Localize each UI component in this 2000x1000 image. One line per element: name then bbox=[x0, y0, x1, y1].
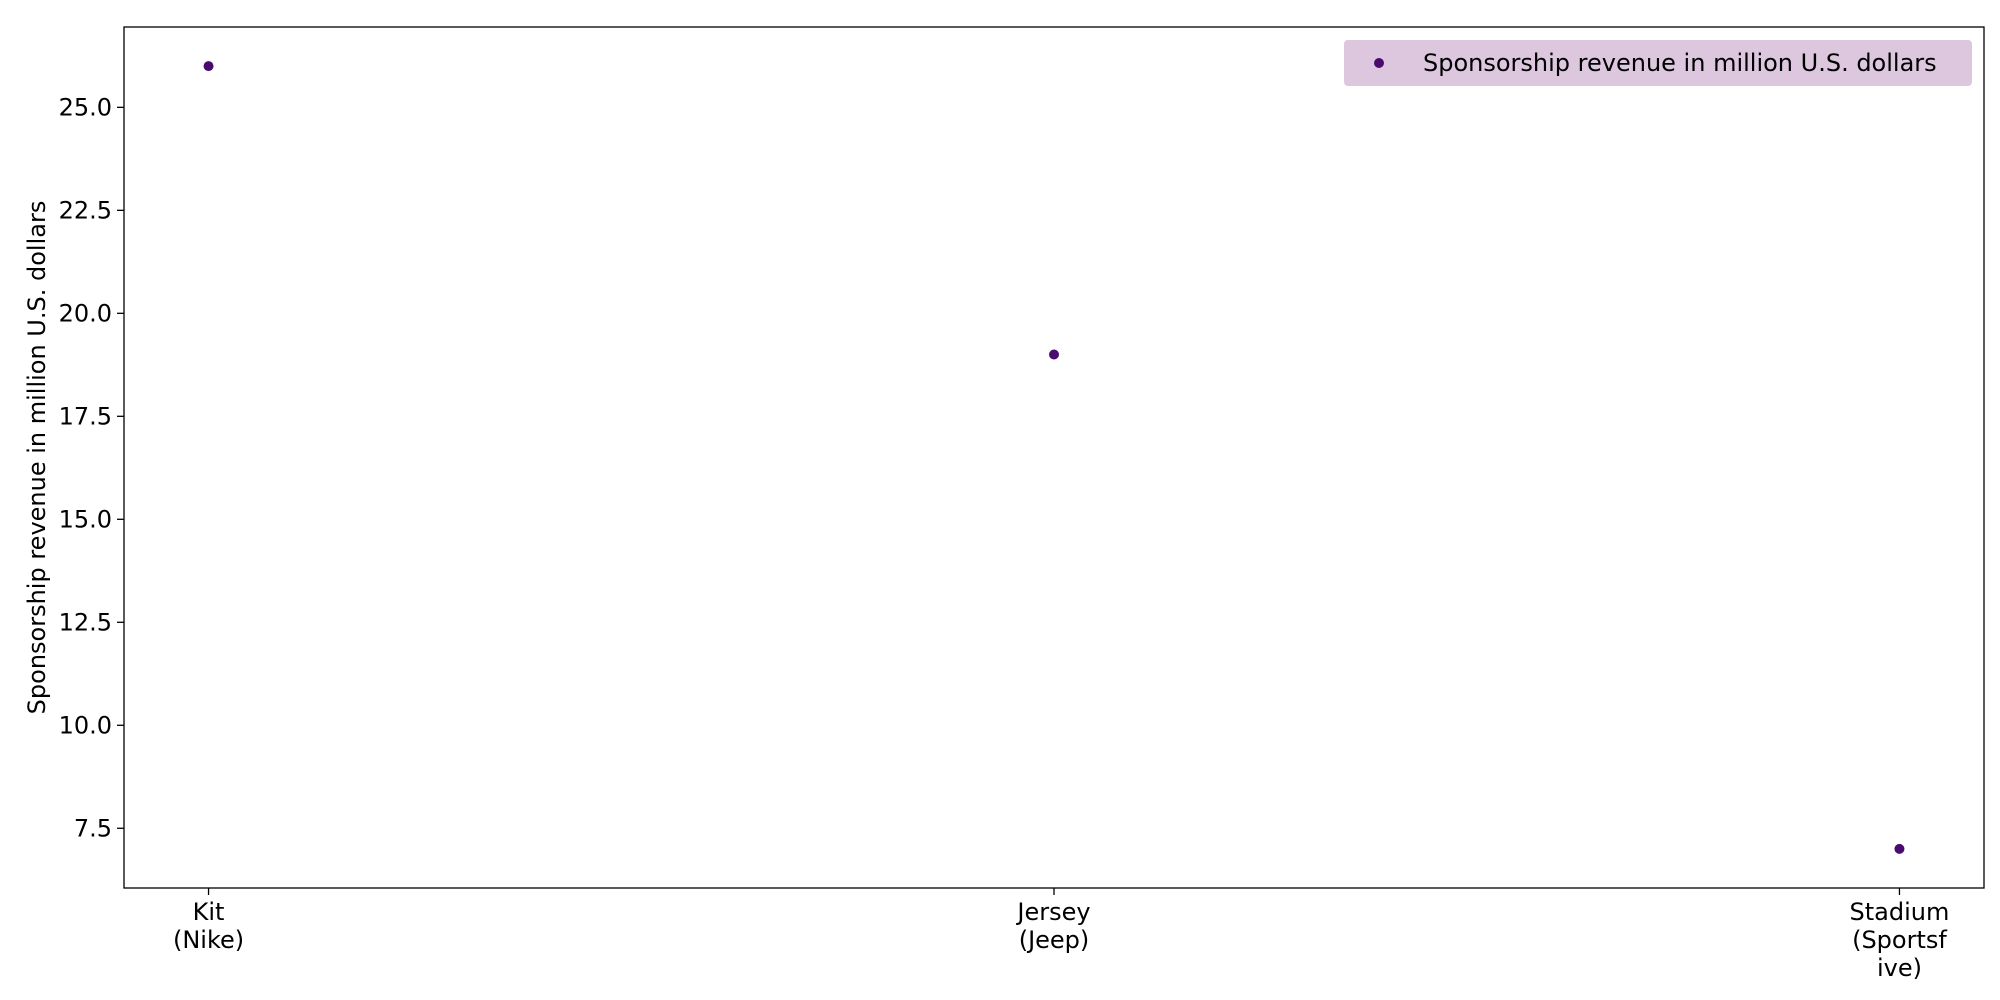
y-tick-label: 12.5 bbox=[59, 608, 112, 636]
y-tick-label: 25.0 bbox=[59, 93, 112, 121]
y-tick-label: 7.5 bbox=[74, 814, 112, 842]
chart: 7.510.012.515.017.520.022.525.0 Kit (Nike… bbox=[0, 0, 2000, 1000]
y-axis-label: Sponsorship revenue in million U.S. doll… bbox=[23, 201, 51, 715]
y-tick-label: 17.5 bbox=[59, 402, 112, 430]
data-point bbox=[1894, 843, 1905, 854]
chart-background bbox=[0, 0, 2000, 1000]
y-tick-label: 20.0 bbox=[59, 299, 112, 327]
legend: Sponsorship revenue in million U.S. doll… bbox=[1344, 40, 1972, 86]
data-point bbox=[1049, 349, 1059, 360]
y-tick-label: 10.0 bbox=[59, 711, 112, 739]
y-tick-label: 22.5 bbox=[59, 196, 112, 224]
legend-marker bbox=[1374, 58, 1384, 68]
data-point bbox=[203, 61, 214, 72]
x-tick-label: Jersey (Jeep) bbox=[1015, 898, 1090, 954]
legend-label: Sponsorship revenue in million U.S. doll… bbox=[1423, 49, 1937, 77]
y-tick-label: 15.0 bbox=[59, 505, 112, 533]
